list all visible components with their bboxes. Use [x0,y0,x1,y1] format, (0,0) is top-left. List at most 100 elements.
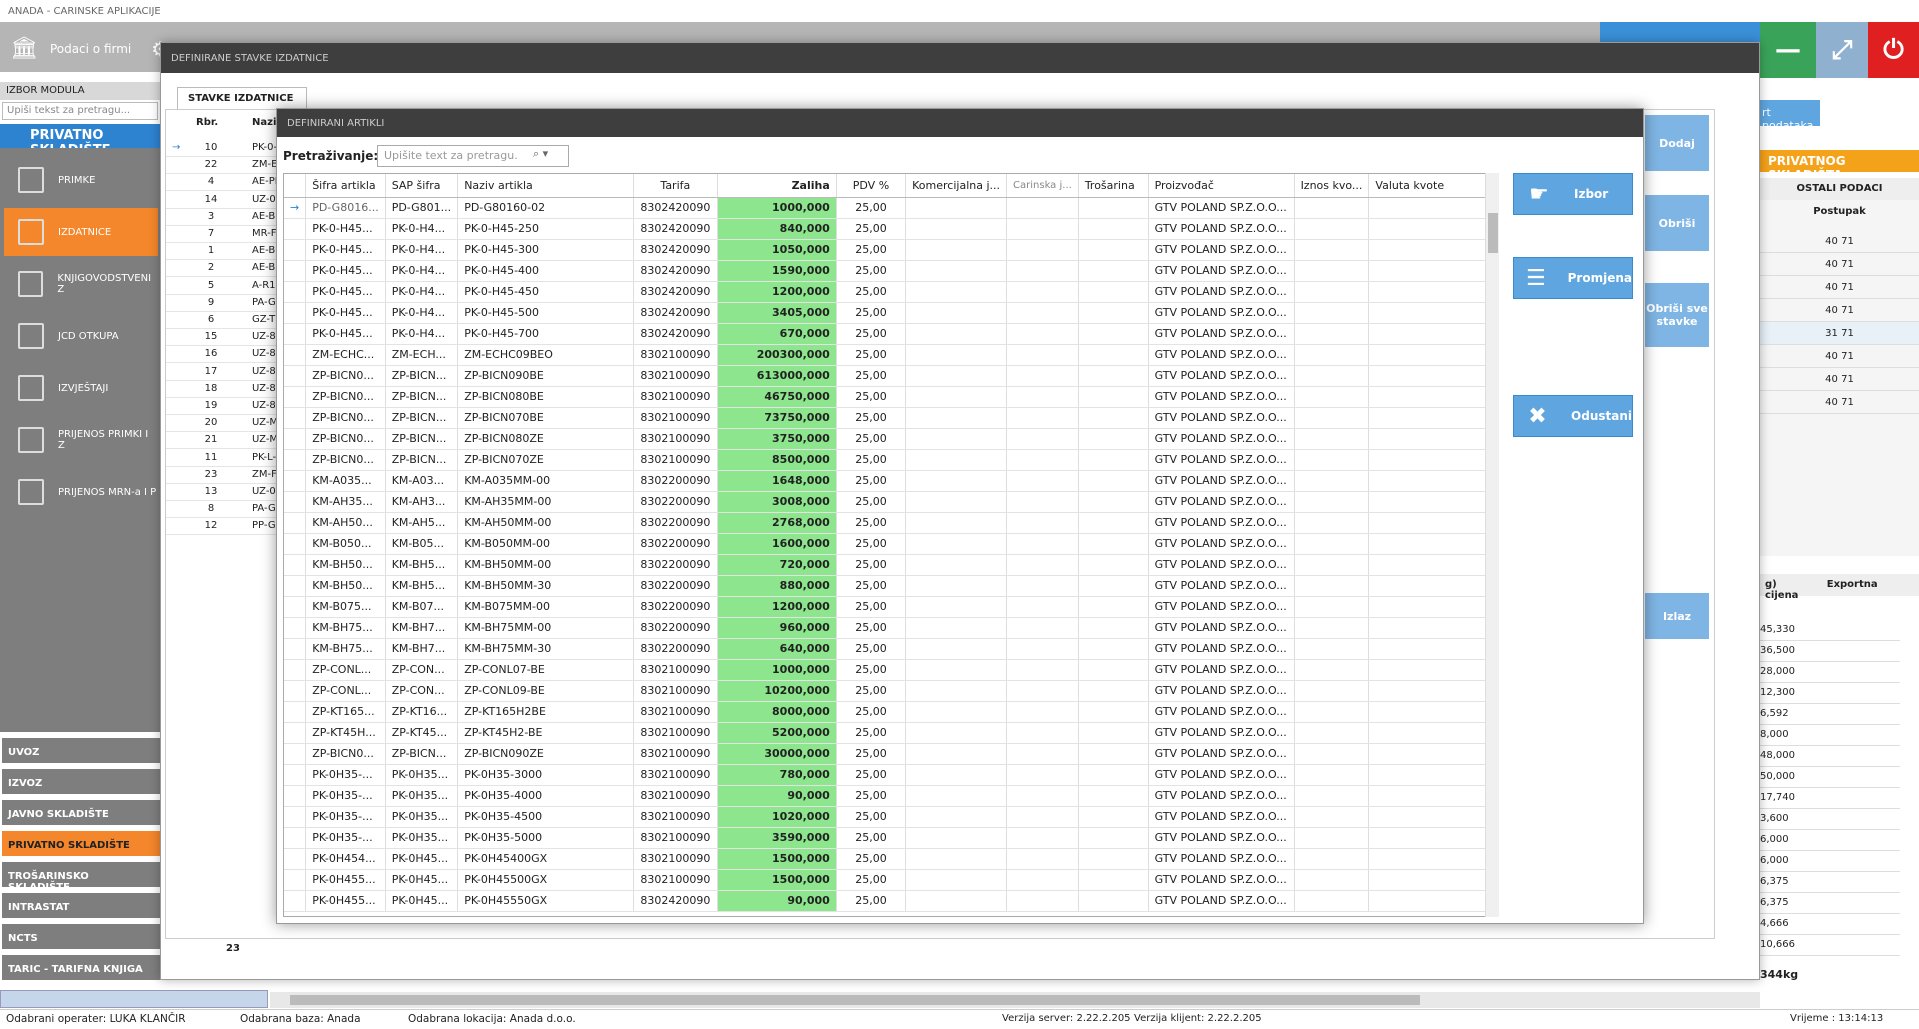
stavka-row[interactable]: 3 AE-BI [166,209,286,226]
minimize-icon[interactable]: — [1760,22,1816,78]
table-row[interactable]: KM-A035... KM-A03... KM-A035MM-00 830220009… [284,470,1498,492]
module-javno-skladiste[interactable]: JAVNO SKLADIŠTE [2,800,160,828]
column-header[interactable]: Zaliha [717,174,837,198]
table-row[interactable]: KM-B075... KM-B07... KM-B075MM-00 830220009… [284,596,1498,618]
table-row[interactable]: PK-0H454... PK-0H45... PK-0H45400GX 8302100… [284,848,1498,870]
stavka-row[interactable]: 12 PP-G [166,518,286,536]
table-row[interactable]: PK-0-H45... PK-0-H4... PK-0-H45-450 8302420… [284,281,1498,303]
column-header[interactable]: Proizvođač [1148,174,1295,198]
table-row[interactable]: ZP-BICN0... ZP-BICN... ZP-BICN070BE 8302100… [284,407,1498,429]
stavka-row[interactable]: 21 UZ-M [166,432,286,450]
obrisi-button[interactable]: Obriši [1645,195,1709,251]
stavka-row[interactable]: 15 UZ-8 [166,329,286,347]
module-privatno-skladiste[interactable]: PRIVATNO SKLADIŠTE [2,831,160,859]
table-row[interactable]: KM-BH50... KM-BH5... KM-BH50MM-00 830220009… [284,554,1498,576]
table-row[interactable]: ZP-BICN0... ZP-BICN... ZP-BICN070ZE 8302100… [284,449,1498,471]
module-trosarinsko-skladiste[interactable]: TROŠARINSKO SKLADIŠTE [2,862,160,893]
stavka-row[interactable]: → 10 PK-0- [166,140,286,157]
promjena-button[interactable]: ☰ Promjena [1513,257,1633,299]
stavka-row[interactable]: 1 AE-BI [166,243,286,261]
scroll-thumb[interactable] [1488,213,1498,253]
module-izvoz[interactable]: IZVOZ [2,769,160,797]
table-row[interactable]: PK-0H35-... PK-0H35... PK-0H35-4000 8302100… [284,785,1498,807]
column-header[interactable]: Trošarina [1078,174,1149,198]
stavka-row[interactable]: 22 ZM-E [166,157,286,175]
stavka-row[interactable]: 2 AE-BI [166,260,286,278]
table-row[interactable]: PK-0-H45... PK-0-H4... PK-0-H45-700 8302420… [284,323,1498,345]
table-row[interactable]: KM-AH35... KM-AH3... KM-AH35MM-00 830220009… [284,491,1498,513]
tab-stavke-izdatnice[interactable]: STAVKE IZDATNICE [177,87,307,109]
table-row[interactable]: KM-B050... KM-B05... KM-B050MM-00 830220009… [284,533,1498,555]
sidebar-item-prijenos-mrn[interactable]: PRIJENOS MRN-a I P [4,468,158,516]
table-row[interactable]: ZP-KT45H... ZP-KT45... ZP-KT45H2-BE 8302100… [284,722,1498,744]
table-row[interactable]: PK-0H35-... PK-0H35... PK-0H35-3000 8302100… [284,764,1498,786]
table-row[interactable]: PK-0-H45... PK-0-H4... PK-0-H45-500 8302420… [284,302,1498,324]
module-ncts[interactable]: NCTS [2,924,160,952]
table-row[interactable]: → PD-G8016... PD-G801... PD-G80160-02 830242… [284,197,1498,219]
table-row[interactable]: ZP-BICN0... ZP-BICN... ZP-BICN090ZE 8302100… [284,743,1498,765]
sidebar-item-knjigovodstveni[interactable]: KNJIGOVODSTVENI Z [4,260,158,308]
izlaz-button[interactable]: Izlaz [1645,593,1709,639]
izbor-button[interactable]: ☛ Izbor [1513,173,1633,215]
table-row[interactable]: ZP-CONL... ZP-CON... ZP-CONL09-BE 830210009… [284,680,1498,702]
vertical-scrollbar[interactable] [1485,173,1499,917]
column-header[interactable]: Iznos kvo... [1294,174,1370,198]
table-row[interactable]: KM-BH75... KM-BH7... KM-BH75MM-30 830220009… [284,638,1498,660]
stavka-row[interactable]: 11 PK-L- [166,450,286,467]
fullscreen-icon[interactable]: ⤢ [1816,22,1868,78]
table-row[interactable]: ZP-KT165... ZP-KT16... ZP-KT165H2BE 8302100… [284,701,1498,723]
table-row[interactable]: PK-0H455... PK-0H45... PK-0H45500GX 8302100… [284,869,1498,891]
table-row[interactable]: PK-0H35-... PK-0H35... PK-0H35-4500 8302100… [284,806,1498,828]
search-icon[interactable]: ⌕ ▾ [533,147,548,161]
column-header[interactable]: Naziv artikla [457,174,634,198]
stavka-row[interactable]: 18 UZ-8 [166,381,286,398]
sidebar-item-izdatnice[interactable]: IZDATNICE [4,208,158,256]
stavka-row[interactable]: 5 A-R1- [166,278,286,295]
table-row[interactable]: ZP-BICN0... ZP-BICN... ZP-BICN090BE 8302100… [284,365,1498,387]
column-header[interactable]: Carinska j... [1006,174,1079,198]
sidebar-item-prijenos-primki[interactable]: PRIJENOS PRIMKI I Z [4,416,158,464]
table-row[interactable]: ZP-CONL... ZP-CON... ZP-CONL07-BE 830210009… [284,659,1498,681]
stavka-row[interactable]: 7 MR-F [166,226,286,243]
table-row[interactable]: PK-0-H45... PK-0-H4... PK-0-H45-400 8302420… [284,260,1498,282]
sidebar-item-primke[interactable]: PRIMKE [4,156,158,204]
stavka-row[interactable]: 20 UZ-M [166,415,286,433]
table-row[interactable]: PK-0H35-... PK-0H35... PK-0H35-5000 8302100… [284,827,1498,849]
power-icon[interactable]: ⏻ [1868,22,1919,78]
company-data-button[interactable]: 🏛 Podaci o firmi ⚙ [10,36,169,61]
obrisi-sve-button[interactable]: Obriši sve stavke [1645,283,1709,347]
toolbar-blue-button[interactable] [1600,22,1760,44]
table-row[interactable]: PK-0-H45... PK-0-H4... PK-0-H45-250 8302420… [284,218,1498,240]
table-row[interactable]: ZP-BICN0... ZP-BICN... ZP-BICN080BE 8302100… [284,386,1498,408]
table-row[interactable]: KM-BH75... KM-BH7... KM-BH75MM-00 830220009… [284,617,1498,639]
stavka-row[interactable]: 19 UZ-8 [166,398,286,415]
column-header[interactable]: SAP šifra [385,174,459,198]
sidebar-item-jcd-otkupa[interactable]: JCD OTKUPA [4,312,158,360]
dodaj-button[interactable]: Dodaj [1645,115,1709,171]
table-row[interactable]: KM-AH50... KM-AH5... KM-AH50MM-00 830220009… [284,512,1498,534]
stavka-row[interactable]: 13 UZ-0 [166,484,286,501]
stavka-row[interactable]: 8 PA-G [166,501,286,519]
sidebar-splitter[interactable] [0,990,268,1008]
column-header[interactable]: Komercijalna j... [905,174,1008,198]
horizontal-scrollbar[interactable] [270,992,1760,1008]
right-link-button[interactable]: rt podataka [1760,100,1820,132]
module-uvoz[interactable]: UVOZ [2,738,160,766]
right-panel-tab[interactable]: OSTALI PODACI [1760,178,1919,200]
sidebar-search-input[interactable]: Upiši tekst za pretragu... [2,102,158,120]
stavka-row[interactable]: 14 UZ-0 [166,192,286,209]
column-header[interactable]: Tarifa [633,174,718,198]
table-row[interactable]: PK-0H455... PK-0H45... PK-0H45550GX 8302420… [284,890,1498,912]
column-header[interactable]: PDV % [836,174,907,198]
stavka-row[interactable]: 6 GZ-T [166,312,286,329]
table-row[interactable]: ZM-ECHC... ZM-ECH... ZM-ECHC09BEO 830210009… [284,344,1498,366]
table-row[interactable]: KM-BH50... KM-BH5... KM-BH50MM-30 830220009… [284,575,1498,597]
column-header[interactable]: Valuta kvote [1368,174,1498,198]
column-header[interactable]: Šifra artikla [305,174,386,198]
odustani-button[interactable]: ✖ Odustani [1513,395,1633,437]
stavka-row[interactable]: 16 UZ-8 [166,346,286,364]
module-intrastat[interactable]: INTRASTAT [2,893,160,921]
scroll-thumb[interactable] [290,995,1420,1005]
stavka-row[interactable]: 23 ZM-F [166,467,286,484]
sidebar-item-izvjestaji[interactable]: IZVJEŠTAJI [4,364,158,412]
